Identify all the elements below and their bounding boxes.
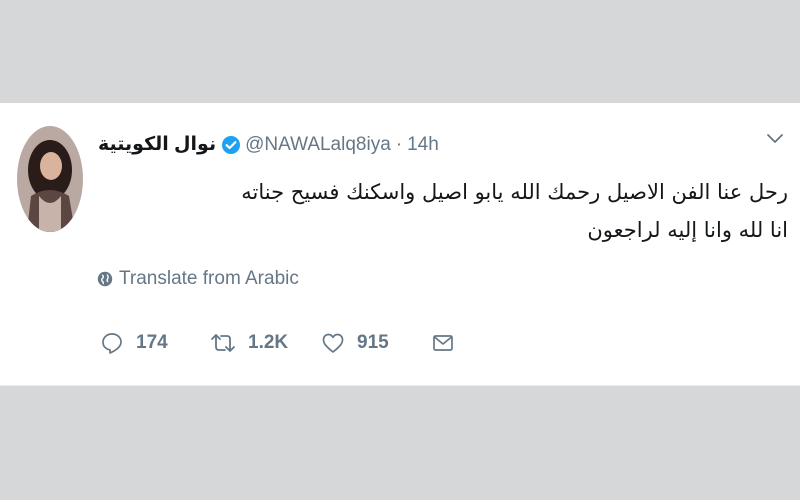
- tweet-text-line: رحل عنا الفن الاصيل رحمك الله يابو اصيل …: [241, 180, 788, 204]
- tweet-card[interactable]: نوال الكويتية @NAWALalq8iya · 14h رحل عن…: [0, 103, 800, 386]
- like-button[interactable]: 915: [321, 331, 431, 355]
- heart-icon: [322, 333, 344, 353]
- translate-label: Translate from Arabic: [119, 268, 299, 289]
- header-separator: ·: [395, 134, 403, 155]
- tweet-timestamp[interactable]: 14h: [407, 133, 439, 157]
- reply-button[interactable]: 174: [100, 331, 210, 355]
- tweet-header: نوال الكويتية @NAWALalq8iya · 14h: [98, 133, 439, 157]
- retweet-icon: [211, 334, 235, 352]
- globe-icon: [97, 271, 113, 287]
- tweet-menu-caret-icon[interactable]: [764, 129, 786, 149]
- envelope-icon: [433, 335, 453, 351]
- translate-link[interactable]: Translate from Arabic: [97, 268, 299, 290]
- author-handle[interactable]: @NAWALalq8iya: [245, 133, 391, 157]
- tweet-actions: 174 1.2K 915: [100, 331, 467, 355]
- like-count: 915: [357, 332, 389, 353]
- avatar[interactable]: [17, 126, 83, 232]
- tweet-text-line: انا لله وانا إليه لراجعون: [587, 218, 788, 242]
- reply-count: 174: [136, 332, 168, 353]
- direct-message-button[interactable]: [431, 331, 467, 355]
- tweet-text: رحل عنا الفن الاصيل رحمك الله يابو اصيل …: [148, 173, 788, 249]
- reply-icon: [102, 333, 122, 354]
- verified-badge-icon: [221, 135, 241, 155]
- author-name[interactable]: نوال الكويتية: [98, 133, 216, 157]
- retweet-count: 1.2K: [248, 332, 289, 353]
- retweet-button[interactable]: 1.2K: [210, 331, 321, 355]
